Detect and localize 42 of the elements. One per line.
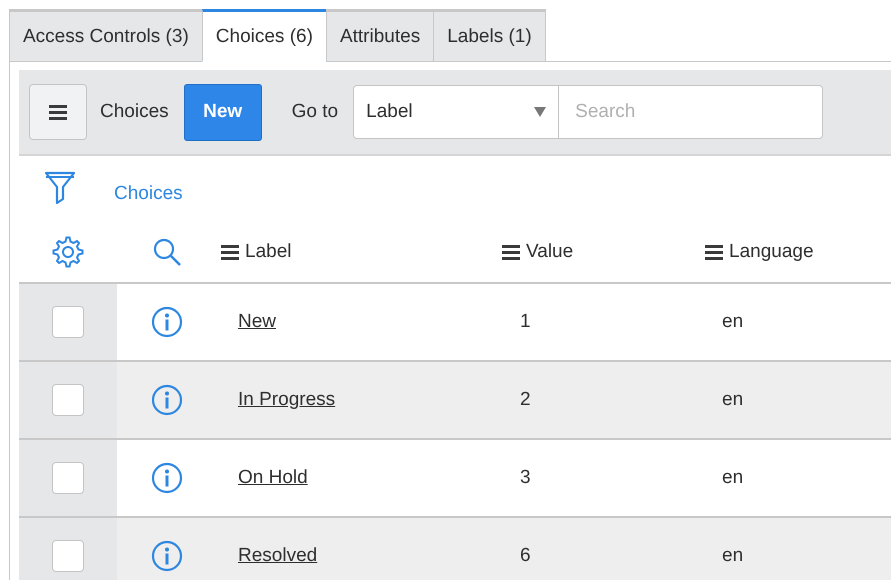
- table-cell: en: [722, 389, 744, 410]
- toolbar-title: Choices: [100, 101, 169, 123]
- tab[interactable]: Access Controls (3): [9, 9, 203, 62]
- menu-button[interactable]: [29, 84, 87, 140]
- table-cell: en: [722, 311, 744, 332]
- column-menu-icon: [502, 244, 520, 260]
- table-cell: en: [722, 545, 744, 566]
- tab[interactable]: Choices (6): [202, 9, 327, 62]
- new-button[interactable]: New: [184, 84, 262, 140]
- record-link[interactable]: On Hold: [238, 467, 308, 488]
- table-cell: en: [722, 467, 744, 488]
- column-header[interactable]: Language: [729, 241, 814, 263]
- record-link[interactable]: In Progress: [238, 389, 336, 410]
- record-link[interactable]: Resolved: [238, 545, 318, 566]
- table-cell: 2: [520, 389, 531, 410]
- filter-icon: [44, 171, 76, 207]
- tab[interactable]: Attributes: [326, 9, 434, 62]
- row-checkbox[interactable]: [52, 306, 84, 338]
- info-icon: [151, 462, 183, 494]
- column-menu-icon: [705, 244, 723, 260]
- info-icon: [151, 540, 183, 572]
- row-checkbox[interactable]: [52, 384, 84, 416]
- row-checkbox[interactable]: [52, 540, 84, 572]
- search-icon: [152, 237, 182, 267]
- record-link[interactable]: New: [238, 311, 276, 332]
- info-icon: [151, 384, 183, 416]
- table-cell: 3: [520, 467, 531, 488]
- row-checkbox[interactable]: [52, 462, 84, 494]
- column-menu-icon: [221, 244, 239, 260]
- table-cell: 1: [520, 311, 531, 332]
- info-icon: [151, 306, 183, 338]
- goto-label: Go to: [292, 101, 338, 123]
- table-cell: 6: [520, 545, 531, 566]
- caret-icon: [534, 107, 546, 117]
- breadcrumb-link[interactable]: Choices: [114, 183, 183, 205]
- column-header[interactable]: Label: [245, 241, 292, 263]
- search-field[interactable]: Search: [559, 85, 824, 139]
- menu-icon: [49, 104, 67, 120]
- column-header[interactable]: Value: [526, 241, 574, 263]
- settings-icon: [52, 236, 84, 268]
- goto-dropdown[interactable]: Label: [353, 85, 560, 139]
- tab[interactable]: Labels (1): [433, 9, 546, 62]
